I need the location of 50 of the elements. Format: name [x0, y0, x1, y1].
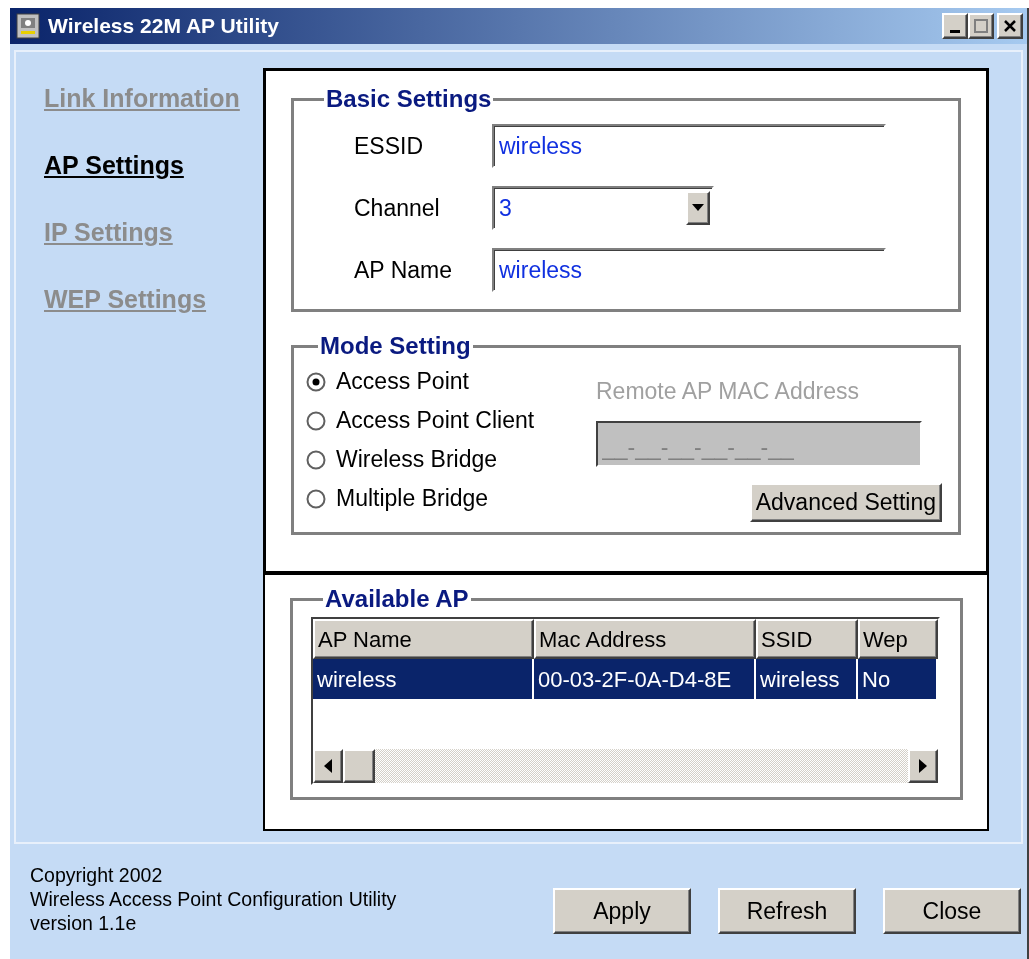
left-arrow-icon	[324, 759, 332, 773]
table-cell[interactable]: No	[858, 659, 938, 699]
radio-option[interactable]: Access Point Client	[306, 407, 596, 434]
footer-button[interactable]: Apply	[553, 888, 691, 934]
footer-text: version 1.1e	[30, 911, 138, 935]
scroll-left-button[interactable]	[313, 749, 343, 783]
channel-dropdown[interactable]: 3	[492, 186, 714, 230]
radio-button[interactable]	[306, 449, 326, 470]
footer-button[interactable]: Refresh	[718, 888, 856, 934]
radio-option[interactable]: Access Point	[306, 368, 596, 395]
input-field[interactable]: wireless	[492, 124, 886, 168]
column-header[interactable]: Wep	[858, 619, 938, 659]
input-field[interactable]: wireless	[492, 248, 886, 292]
sidebar-link[interactable]: AP Settings	[44, 151, 184, 180]
table-cell[interactable]: wireless	[756, 659, 858, 699]
app-icon	[16, 13, 40, 39]
field-label: ESSID	[353, 132, 425, 160]
field-label: AP Name	[353, 256, 453, 284]
column-header[interactable]: AP Name	[313, 619, 534, 659]
group-title: Basic Settings	[325, 85, 493, 113]
column-header[interactable]: Mac Address	[534, 619, 756, 659]
close-icon	[1003, 19, 1017, 33]
footer-text: Copyright 2002	[30, 863, 164, 887]
radio-button[interactable]	[306, 410, 326, 431]
close-button[interactable]	[997, 13, 1023, 39]
column-header[interactable]: SSID	[756, 619, 858, 659]
field-label: Channel	[353, 194, 441, 222]
table-cell[interactable]: wireless	[313, 659, 534, 699]
horizontal-scrollbar[interactable]	[313, 749, 938, 783]
advanced-setting-button[interactable]: Advanced Setting	[749, 483, 942, 522]
right-arrow-icon	[919, 759, 927, 773]
ap-list[interactable]: AP Name Mac Address SSID Wep wireless 00-03-2F-0A-D4-8E wireless No	[311, 617, 940, 785]
group-title: Available AP	[324, 585, 470, 613]
minimize-icon	[950, 29, 960, 33]
maximize-button[interactable]	[968, 13, 994, 39]
table-cell[interactable]: 00-03-2F-0A-D4-8E	[534, 659, 756, 699]
window-title: Wireless 22M AP Utility	[48, 14, 280, 38]
radio-button[interactable]	[306, 371, 326, 392]
maximize-icon	[974, 19, 988, 33]
field-label: Remote AP MAC Address	[596, 378, 859, 405]
dropdown-arrow-icon	[692, 204, 704, 212]
minimize-button[interactable]	[942, 13, 968, 39]
footer-button[interactable]: Close	[883, 888, 1021, 934]
group-title: Mode Setting	[319, 332, 472, 360]
radio-button[interactable]	[306, 488, 326, 509]
footer-text: Wireless Access Point Configuration Utility	[30, 887, 398, 911]
scroll-right-button[interactable]	[908, 749, 938, 783]
scroll-thumb[interactable]	[343, 749, 375, 783]
radio-option[interactable]: Wireless Bridge	[306, 446, 596, 473]
radio-option[interactable]: Multiple Bridge	[306, 485, 596, 512]
